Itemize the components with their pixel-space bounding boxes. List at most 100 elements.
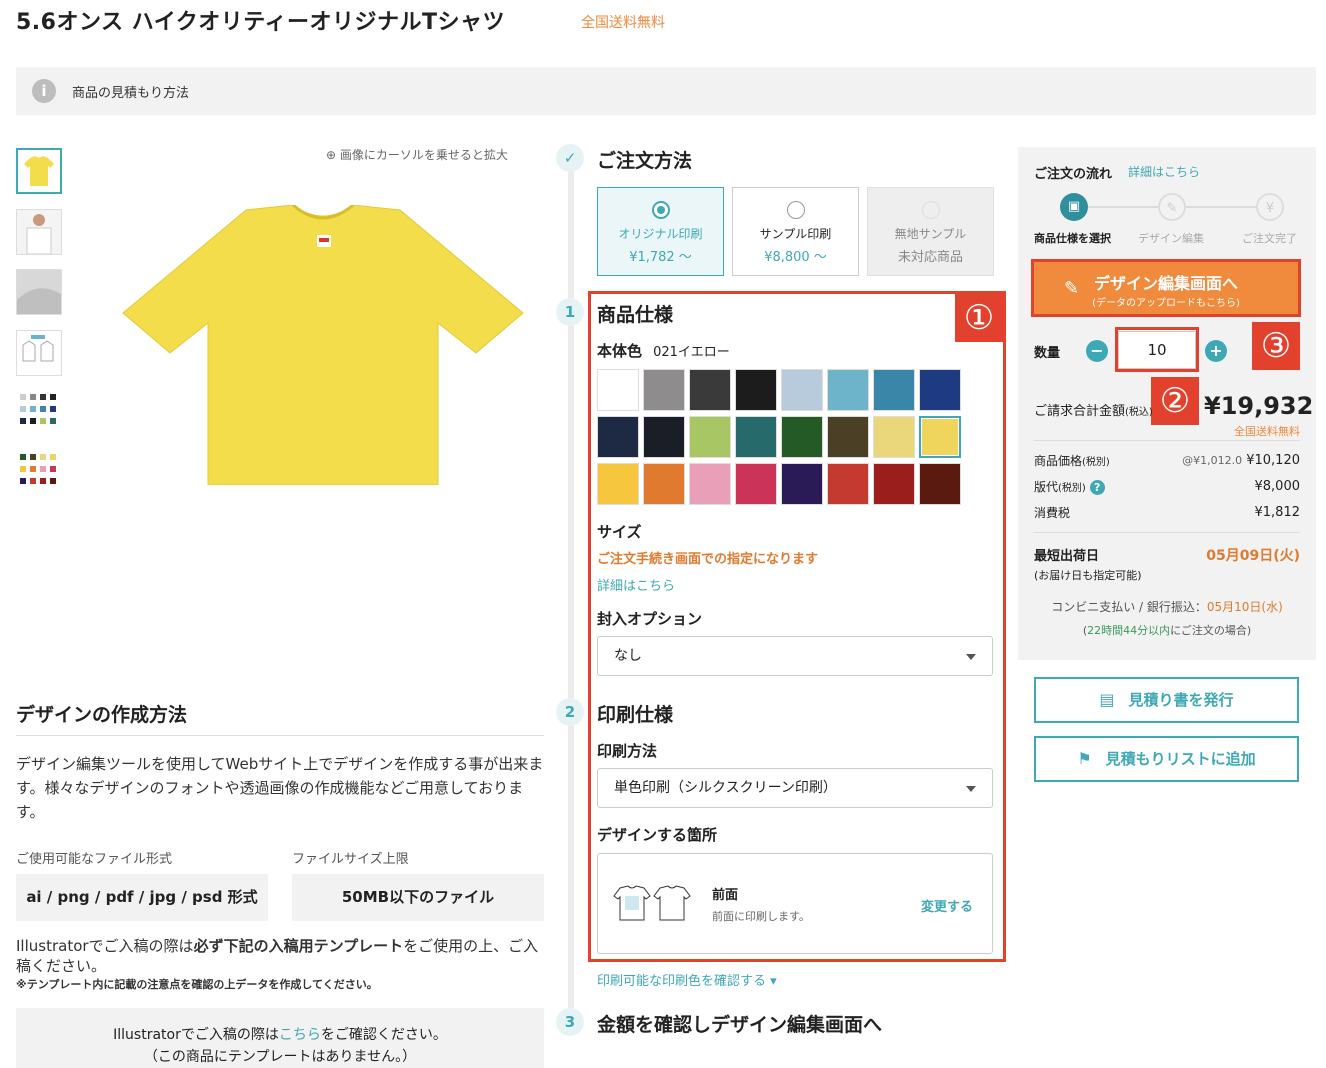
flow-step-3: ご注文完了 [1242, 232, 1297, 245]
color-swatch[interactable] [781, 416, 823, 458]
row-label: 商品価格 [1034, 454, 1083, 468]
divider [1034, 532, 1300, 533]
color-swatch[interactable] [781, 369, 823, 411]
flow-details-link[interactable]: 詳細はこちら [1128, 163, 1200, 180]
color-swatch-grid [597, 369, 967, 506]
color-swatch[interactable] [781, 463, 823, 505]
design-area-name: 前面 [712, 888, 739, 903]
color-swatch[interactable] [873, 369, 915, 411]
color-swatch[interactable] [735, 463, 777, 505]
add-to-quote-list-button[interactable]: ⚑ 見積もりリストに追加 [1034, 736, 1299, 782]
issue-quote-label: 見積り書を発行 [1128, 691, 1234, 709]
row-tax: (税別) [1058, 483, 1086, 494]
color-value: 021イエロー [653, 345, 730, 360]
size-details-link[interactable]: 詳細はこちら [597, 575, 675, 594]
color-swatch[interactable] [873, 416, 915, 458]
color-swatch[interactable] [873, 463, 915, 505]
caret-down-icon [966, 654, 976, 660]
free-shipping-label: 全国送料無料 [581, 15, 665, 31]
color-swatch[interactable] [919, 463, 961, 505]
radio-original[interactable] [651, 201, 670, 219]
color-swatch[interactable] [597, 463, 639, 505]
thumbnail-yellow[interactable] [16, 148, 62, 194]
deadline-note: (22時間44分以内にご注文の場合) [1034, 622, 1300, 638]
row-product-price-value: @¥1,012.0 ¥10,120 [1150, 453, 1300, 468]
method-plain-sample: 無地サンプル 未対応商品 [867, 187, 994, 276]
step-number-2: 2 [556, 698, 584, 726]
divider [1034, 440, 1300, 441]
ship-date: 05月09日(火) [1206, 548, 1300, 564]
row-plate-label: 版代(税別) ? [1034, 478, 1105, 495]
design-info-body: デザイン編集ツールを使用してWebサイト上でデザインを作成する事が出来ます。様々… [16, 755, 544, 821]
deadline-b: 22時間44分以内 [1087, 624, 1171, 637]
issue-quote-button[interactable]: ▤ 見積り書を発行 [1034, 677, 1299, 723]
annotation-box-quantity [1115, 327, 1199, 372]
radio-sample[interactable] [786, 201, 805, 219]
thumbnail-colors-2[interactable] [16, 450, 62, 496]
insert-option-select[interactable]: なし [597, 636, 993, 676]
color-swatch[interactable] [827, 416, 869, 458]
divider [16, 735, 544, 736]
minus-button[interactable]: − [1086, 340, 1108, 362]
illustrator-note-b: 必ず下記の入稿用テンプレート [193, 937, 404, 955]
page-title: 5.6オンス ハイクオリティーオリジナルTシャツ [16, 10, 506, 35]
row-unit: @¥1,012.0 [1182, 454, 1243, 467]
color-swatch[interactable] [827, 463, 869, 505]
flow-title: ご注文の流れ [1034, 167, 1113, 182]
template-box: Illustratorでご入稿の際はこちらをご確認ください。 （この商品にテンプ… [16, 1008, 544, 1068]
conv-payment-note: コンビニ支払い / 銀行振込：05月10日(水) [1034, 598, 1300, 615]
gift-icon: ▣ [1060, 193, 1088, 221]
template-box-text-c: （この商品にテンプレートはありません。） [143, 1049, 417, 1065]
color-swatch[interactable] [643, 369, 685, 411]
row-tax-label: 消費税 [1034, 506, 1071, 520]
total-label-text: ご請求合計金額 [1034, 404, 1126, 419]
annotation-badge-3: ③ [1252, 322, 1300, 370]
template-link[interactable]: こちら [279, 1027, 321, 1043]
color-swatch[interactable] [597, 416, 639, 458]
color-swatch[interactable] [689, 416, 731, 458]
thumbnail-model[interactable] [16, 209, 62, 255]
step-number-3: 3 [556, 1008, 584, 1036]
insert-option-label: 封入オプション [597, 610, 703, 628]
color-swatch[interactable] [643, 416, 685, 458]
thumbnail-colors-1[interactable] [16, 390, 62, 436]
product-main-image[interactable] [118, 203, 528, 486]
yen-icon: ¥ [1256, 193, 1284, 221]
estimate-info-text[interactable]: 商品の見積もり方法 [72, 82, 189, 101]
color-swatch[interactable] [643, 463, 685, 505]
color-swatch[interactable] [919, 369, 961, 411]
row-product-price-label: 商品価格(税別) [1034, 452, 1110, 469]
color-swatch[interactable] [919, 416, 961, 458]
thumbnail-fabric[interactable] [16, 269, 62, 315]
method-sample-print[interactable]: サンプル印刷 ¥8,800 〜 [732, 187, 859, 276]
filesize-value: 50MB以下のファイル [292, 874, 544, 921]
step-number-1: 1 [556, 298, 584, 326]
add-to-list-label: 見積もりリストに追加 [1105, 750, 1256, 768]
color-swatch[interactable] [735, 416, 777, 458]
print-colors-link[interactable]: 印刷可能な印刷色を確認する ▾ [597, 970, 777, 989]
method-original-print[interactable]: オリジナル印刷 ¥1,782 〜 [597, 187, 724, 276]
print-method-select[interactable]: 単色印刷（シルクスクリーン印刷） [597, 768, 993, 808]
annotation-badge-2: ② [1151, 377, 1199, 425]
caret-down-icon [966, 786, 976, 792]
color-label-row: 本体色 021イエロー [597, 340, 730, 361]
thumbnail-print-area[interactable] [16, 330, 62, 376]
color-swatch[interactable] [735, 369, 777, 411]
design-area-card[interactable]: 前面 前面に印刷します。 変更する [597, 853, 993, 954]
method-name: 無地サンプル [894, 227, 967, 241]
conv-date: 05月10日(水) [1206, 600, 1283, 614]
row-tax: (税別) [1082, 457, 1110, 468]
color-swatch[interactable] [689, 463, 731, 505]
plus-button[interactable]: + [1205, 340, 1227, 362]
template-note: ※テンプレート内に記載の注意点を確認の上データを作成してください。 [16, 978, 378, 991]
total-label: ご請求合計金額(税込) [1034, 400, 1153, 419]
help-icon[interactable]: ? [1089, 480, 1105, 495]
design-area-change-link[interactable]: 変更する [921, 896, 973, 915]
print-method-value: 単色印刷（シルクスクリーン印刷） [614, 780, 837, 796]
method-name: オリジナル印刷 [618, 227, 703, 241]
estimate-info-bar[interactable] [16, 67, 1316, 115]
color-swatch[interactable] [827, 369, 869, 411]
color-swatch[interactable] [597, 369, 639, 411]
design-area-desc: 前面に印刷します。 [712, 910, 810, 923]
color-swatch[interactable] [689, 369, 731, 411]
